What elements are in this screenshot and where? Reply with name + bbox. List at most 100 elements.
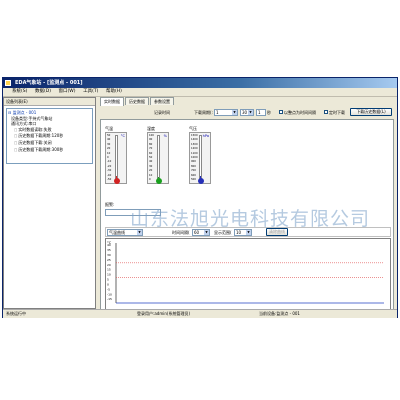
gauge-tick-label: 500: [191, 178, 196, 181]
gauge-tick-label: 90: [149, 138, 153, 142]
hourly-label: 以整点为时间间隔: [284, 110, 316, 115]
gauge-tick-label: 20: [149, 169, 153, 173]
gauge-tick-label: -10: [107, 160, 112, 164]
device-panel: 设备列表(E) ⊟ 监测点 - 001 设备类型:手持式气象站 通讯方式:串口 …: [3, 97, 96, 309]
gauge-tick-label: 70: [149, 147, 153, 151]
chart-y-tick-label: 20: [107, 263, 111, 267]
watermark-text: 山东法旭光电科技有限公司: [130, 208, 371, 230]
record-time-label: 记录时间: [154, 110, 170, 115]
chart-y-tick-label: 40: [107, 243, 111, 247]
gauge-tick-label: 1000: [191, 156, 198, 159]
timed-download-label: 定时下载: [329, 110, 345, 115]
timed-download-checkbox[interactable]: [324, 110, 328, 114]
device-panel-header: 设备列表(E): [4, 98, 95, 106]
gauge-body: % 100 90 80 70 60 50 40 30 20 10 0: [147, 132, 169, 184]
alarm-label: 报警:: [105, 202, 115, 207]
trend-chart: °C 40 35 30 25 20 15 10 5 0 -5 -10 -15: [105, 238, 391, 312]
gauge-bulb: [113, 178, 120, 184]
gauge-tick-label: 1500: [191, 134, 198, 137]
trend-chart-svg: °C4035302520151050-5-10-15: [107, 241, 384, 304]
gauge-tick-label: -50: [107, 178, 112, 181]
chart-y-tick-label: 30: [107, 253, 111, 257]
temperature-gauge: 气温 °C 50 40 30 20 10 0 -10 -20 -30 -40 -50: [105, 126, 127, 186]
chart-y-tick-label: 35: [107, 248, 111, 252]
gauge-tick-label: 50: [149, 156, 153, 159]
gauge-body: hPa 1500 1400 1300 1200 1100 1000 900 800 700 600…: [189, 132, 211, 184]
menu-system[interactable]: 系统(S): [9, 88, 30, 96]
tree-item[interactable]: 历史数据下载周期:120秒: [8, 133, 91, 140]
download-history-button[interactable]: 下载历史数据(L): [350, 108, 392, 116]
period-label: 下载周期(:: [194, 110, 213, 115]
gauge-tick-label: 0: [107, 156, 109, 159]
gauge-tick-label: 1300: [191, 142, 198, 146]
gauge-tick-label: 100: [149, 134, 154, 137]
status-left: 系统运行中: [6, 311, 26, 316]
gauge-tick-label: 60: [149, 151, 153, 155]
chart-y-tick-label: -5: [107, 287, 110, 291]
gauge-tick-label: 700: [191, 169, 196, 173]
menu-data[interactable]: 数据(D): [32, 88, 54, 96]
gauge-unit: °C: [120, 134, 125, 138]
chart-y-tick-label: 10: [107, 273, 111, 277]
gauge-tick-label: -20: [107, 164, 112, 168]
gauge-bulb: [197, 178, 204, 184]
chart-y-tick-label: 5: [107, 278, 109, 282]
chart-y-tick-label: 0: [107, 282, 109, 286]
gauge-tick-label: -30: [107, 169, 112, 173]
tab-history[interactable]: 历史数据: [125, 97, 149, 105]
gauge-tick-label: 20: [107, 147, 111, 151]
chart-y-tick-label: -15: [107, 297, 112, 301]
app-icon: [5, 80, 11, 86]
gauge-tick-label: 1100: [191, 151, 198, 155]
pressure-gauge: 气压 hPa 1500 1400 1300 1200 1100 1000 900 800 700…: [189, 126, 211, 186]
chart-y-tick-label: 15: [107, 268, 111, 272]
status-bar: 系统运行中 登录用户:admin(系统管理员) 当前设备:监测点 - 001: [3, 309, 397, 318]
gauge-tick-label: 800: [191, 164, 196, 168]
gauge-tick-label: 600: [191, 173, 196, 177]
menu-window[interactable]: 窗口(W): [56, 88, 79, 96]
gauge-tube: [115, 135, 118, 179]
status-user: 登录用户:admin(系统管理员): [137, 311, 191, 316]
menu-bar: 系统(S) 数据(D) 窗口(W) 工具(T) 帮助(H): [3, 88, 397, 97]
humidity-gauge: 湿度 % 100 90 80 70 60 50 40 30 20 10 0: [147, 126, 169, 186]
status-device: 当前设备:监测点 - 001: [259, 311, 300, 316]
gauge-tick-label: 50: [107, 134, 111, 137]
gauge-tick-label: 1400: [191, 138, 198, 142]
device-tree: ⊟ 监测点 - 001 设备类型:手持式气象站 通讯方式:串口 实时数据读取:失…: [6, 108, 93, 164]
chevron-down-icon: ▼: [232, 110, 237, 115]
gauge-tick-label: 900: [191, 160, 196, 164]
seconds-unit: 秒: [267, 110, 271, 115]
gauge-tick-label: 80: [149, 142, 153, 146]
tab-settings[interactable]: 参数设置: [150, 97, 174, 105]
gauge-unit: %: [163, 134, 167, 138]
period-value-select[interactable]: 30 ▼: [240, 109, 254, 116]
gauge-tick-label: 10: [149, 173, 153, 177]
menu-help[interactable]: 帮助(H): [103, 88, 125, 96]
gauge-tick-label: 30: [107, 142, 111, 146]
tree-item[interactable]: 历史数据下载周期:300秒: [8, 147, 91, 154]
gauge-tick-label: 0: [149, 178, 151, 181]
gauge-unit: hPa: [202, 134, 209, 138]
title-bar: EDA气象站 - [监测点 - 001]: [3, 78, 397, 88]
chevron-down-icon: ▼: [248, 110, 253, 115]
gauge-tick-label: 40: [149, 160, 153, 164]
seconds-select[interactable]: 1: [256, 109, 266, 116]
hourly-checkbox[interactable]: [279, 110, 283, 114]
chart-y-tick-label: -10: [107, 292, 112, 296]
gauge-tube: [199, 135, 202, 179]
gauge-tick-label: 1200: [191, 147, 198, 151]
gauge-bulb: [155, 178, 162, 184]
menu-tools[interactable]: 工具(T): [80, 88, 101, 96]
gauge-tick-label: -40: [107, 173, 112, 177]
content-area: 实时数据 历史数据 参数设置 记录时间 下载周期(: 1 ▼ 30 ▼ 1 秒 以整…: [98, 97, 396, 314]
window-title: EDA气象站 - [监测点 - 001]: [15, 80, 83, 86]
chart-y-tick-label: 25: [107, 258, 111, 262]
tab-realtime[interactable]: 实时数据: [100, 97, 124, 106]
gauge-tick-label: 40: [107, 138, 111, 142]
main-window: EDA气象站 - [监测点 - 001] 系统(S) 数据(D) 窗口(W) 工…: [2, 77, 398, 318]
gauge-body: °C 50 40 30 20 10 0 -10 -20 -30 -40 -50: [105, 132, 127, 184]
tree-item[interactable]: 历史数据下载:关闭: [8, 140, 91, 147]
period-select[interactable]: 1 ▼: [214, 109, 238, 116]
gauge-tick-label: 10: [107, 151, 111, 155]
gauge-tick-label: 30: [149, 164, 153, 168]
